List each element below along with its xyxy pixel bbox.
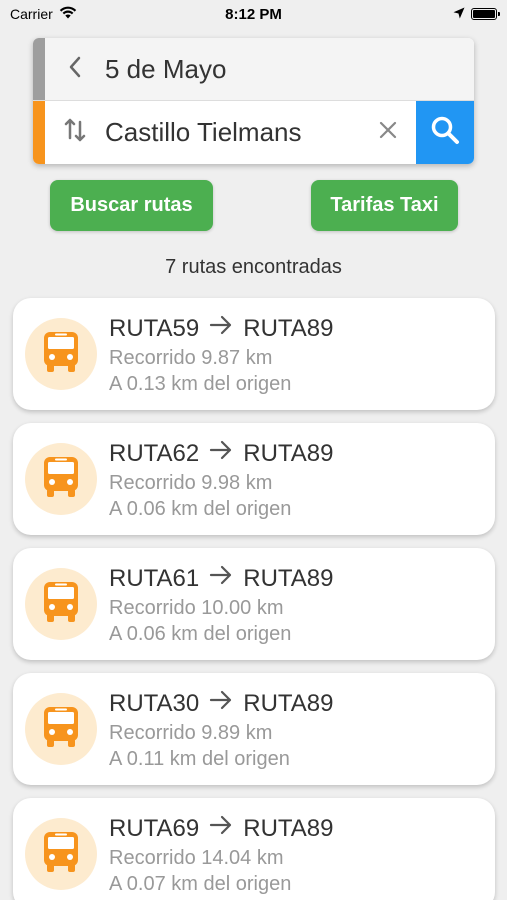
route-from: RUTA69 bbox=[109, 814, 200, 842]
bus-avatar bbox=[25, 443, 97, 515]
route-from: RUTA59 bbox=[109, 314, 200, 342]
back-button[interactable] bbox=[45, 56, 105, 83]
close-icon bbox=[378, 120, 398, 145]
wifi-icon bbox=[59, 6, 77, 22]
route-from: RUTA62 bbox=[109, 439, 200, 467]
location-arrow-icon bbox=[453, 6, 465, 22]
search-button[interactable] bbox=[416, 101, 474, 164]
origin-row[interactable]: 5 de Mayo bbox=[33, 38, 474, 101]
route-distance: Recorrido 10.00 km bbox=[109, 597, 284, 619]
routes-count: 7 rutas encontradas bbox=[165, 256, 342, 278]
origin-accent-strip bbox=[33, 38, 45, 100]
battery-icon bbox=[471, 8, 500, 20]
route-from: RUTA61 bbox=[109, 564, 200, 592]
route-to: RUTA89 bbox=[243, 314, 334, 342]
route-to: RUTA89 bbox=[243, 814, 334, 842]
destination-accent-strip bbox=[33, 101, 45, 164]
route-origin-distance: A 0.13 km del origen bbox=[109, 373, 292, 395]
search-icon bbox=[430, 115, 460, 150]
arrow-right-icon bbox=[209, 689, 233, 718]
carrier-label: Carrier bbox=[10, 6, 53, 22]
route-card[interactable]: RUTA30 RUTA89 Recorrido 9.89 km A 0.11 k… bbox=[13, 673, 495, 785]
arrow-right-icon bbox=[209, 814, 233, 843]
route-card[interactable]: RUTA59 RUTA89 Recorrido 9.87 km A 0.13 k… bbox=[13, 298, 495, 410]
route-origin-distance: A 0.06 km del origen bbox=[109, 623, 292, 645]
route-distance: Recorrido 14.04 km bbox=[109, 847, 284, 869]
arrow-right-icon bbox=[209, 564, 233, 593]
swap-button[interactable] bbox=[45, 116, 105, 149]
route-card[interactable]: RUTA61 RUTA89 Recorrido 10.00 km A 0.06 … bbox=[13, 548, 495, 660]
swap-vertical-icon bbox=[63, 116, 87, 149]
clear-destination-button[interactable] bbox=[360, 101, 416, 164]
bus-avatar bbox=[25, 818, 97, 890]
route-card[interactable]: RUTA69 RUTA89 Recorrido 14.04 km A 0.07 … bbox=[13, 798, 495, 900]
origin-field[interactable]: 5 de Mayo bbox=[105, 54, 474, 85]
route-card[interactable]: RUTA62 RUTA89 Recorrido 9.98 km A 0.06 k… bbox=[13, 423, 495, 535]
route-to: RUTA89 bbox=[243, 564, 334, 592]
destination-field[interactable]: Castillo Tielmans bbox=[105, 117, 360, 148]
route-search-box: 5 de Mayo Castillo Tielmans bbox=[33, 38, 474, 164]
route-title: RUTA61 RUTA89 bbox=[109, 564, 334, 593]
route-origin-distance: A 0.07 km del origen bbox=[109, 873, 292, 895]
bus-icon bbox=[41, 706, 81, 753]
bus-icon bbox=[41, 331, 81, 378]
buscar-rutas-button[interactable]: Buscar rutas bbox=[50, 180, 213, 231]
arrow-right-icon bbox=[209, 314, 233, 343]
route-origin-distance: A 0.11 km del origen bbox=[109, 748, 290, 770]
route-origin-distance: A 0.06 km del origen bbox=[109, 498, 292, 520]
route-title: RUTA59 RUTA89 bbox=[109, 314, 334, 343]
bus-avatar bbox=[25, 693, 97, 765]
route-distance: Recorrido 9.87 km bbox=[109, 347, 273, 369]
tarifas-taxi-button[interactable]: Tarifas Taxi bbox=[311, 180, 458, 231]
route-distance: Recorrido 9.98 km bbox=[109, 472, 273, 494]
bus-icon bbox=[41, 456, 81, 503]
route-distance: Recorrido 9.89 km bbox=[109, 722, 273, 744]
bus-icon bbox=[41, 581, 81, 628]
route-title: RUTA69 RUTA89 bbox=[109, 814, 334, 843]
route-from: RUTA30 bbox=[109, 689, 200, 717]
status-left: Carrier bbox=[10, 6, 453, 22]
bus-avatar bbox=[25, 318, 97, 390]
chevron-left-icon bbox=[68, 56, 82, 83]
bus-avatar bbox=[25, 568, 97, 640]
bus-icon bbox=[41, 831, 81, 878]
route-to: RUTA89 bbox=[243, 689, 334, 717]
route-title: RUTA62 RUTA89 bbox=[109, 439, 334, 468]
status-right bbox=[453, 6, 500, 22]
arrow-right-icon bbox=[209, 439, 233, 468]
route-title: RUTA30 RUTA89 bbox=[109, 689, 334, 718]
destination-row: Castillo Tielmans bbox=[33, 101, 474, 164]
status-bar: Carrier 8:12 PM bbox=[0, 0, 507, 28]
route-to: RUTA89 bbox=[243, 439, 334, 467]
